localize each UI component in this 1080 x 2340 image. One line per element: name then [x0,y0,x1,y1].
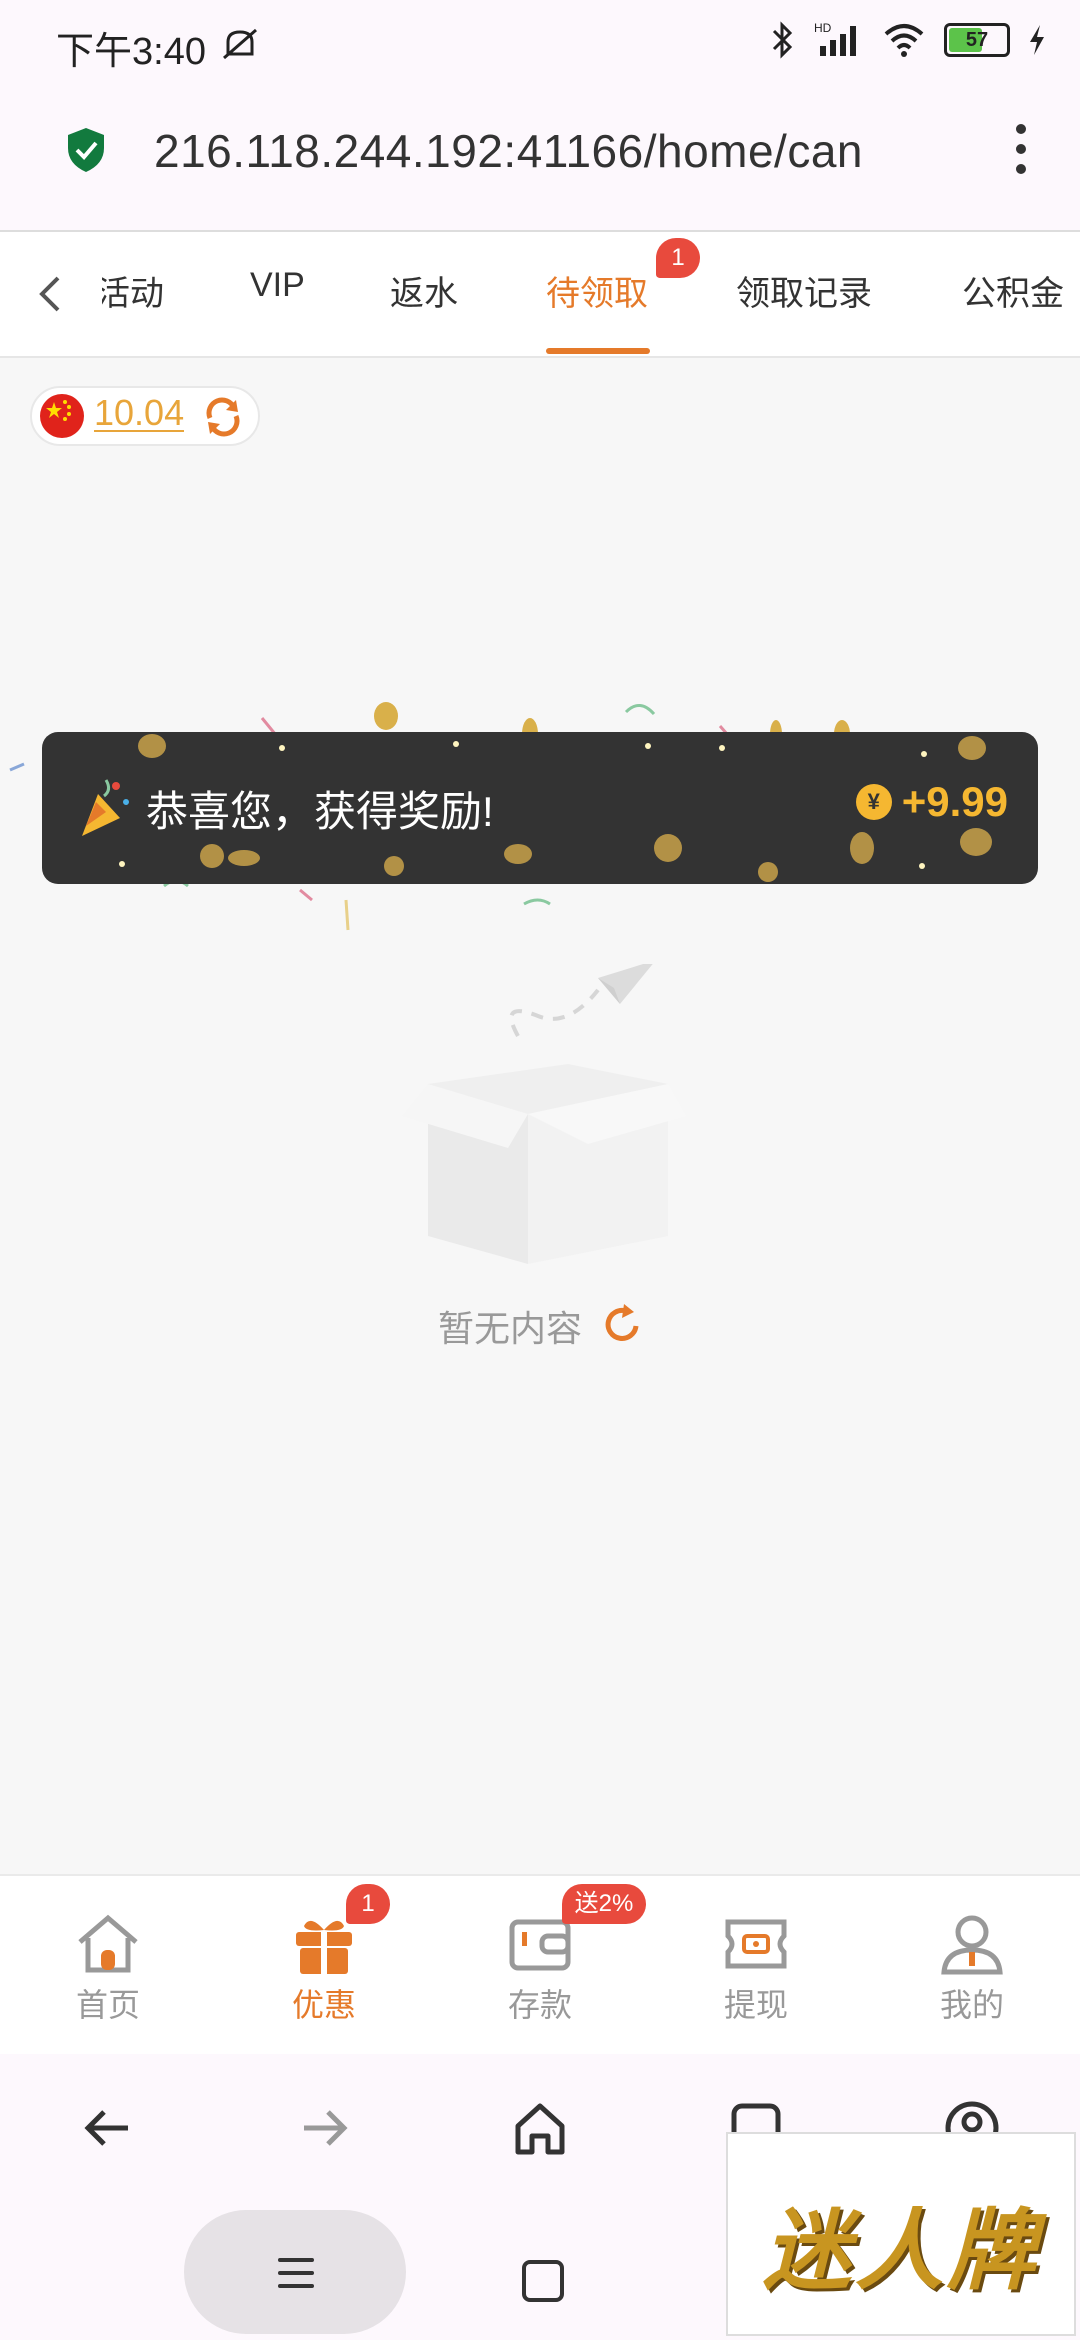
withdraw-icon [725,1919,787,1969]
reward-message: 恭喜您，获得奖励! [146,788,494,835]
balance-value: 10.04 [94,392,185,433]
nav-deposit-badge: 送2% [562,1884,646,1924]
home-square-icon[interactable] [522,2260,564,2302]
bluetooth-icon [772,21,793,59]
nav-promo-label: 优惠 [291,1987,356,2023]
empty-box-icon [402,964,686,1264]
battery-icon: 57 [944,23,1010,57]
browser-home-icon[interactable] [510,2098,570,2158]
watermark-text: 迷人牌 [762,2201,1039,2300]
nav-mine[interactable]: 我的 [864,1876,1080,2054]
nav-withdraw-label: 提现 [723,1987,788,2023]
watermark-logo: 迷人牌 [726,2132,1076,2336]
tab-vip[interactable]: VIP [250,266,305,305]
chevron-left-icon[interactable] [30,272,70,316]
bottom-nav: 首页 优惠 存款 提现 我的 [0,1874,1080,2056]
nav-mine-label: 我的 [939,1987,1004,2023]
tab-fund[interactable]: 公积金 [962,266,1064,315]
tab-claim-history[interactable]: 领取记录 [736,266,872,315]
reward-amount-value: +9.99 [901,778,1008,825]
hd-label: HD [814,21,832,35]
battery-level: 57 [965,28,989,51]
back-arrow-icon[interactable] [78,2098,138,2158]
reward-amount: ¥ +9.99 [855,778,1008,826]
tab-activity[interactable]: 活动 [102,266,164,315]
charging-icon [1030,25,1044,55]
nav-promo[interactable]: 优惠 [216,1876,432,2054]
nav-withdraw[interactable]: 提现 [648,1876,864,2054]
tab-rebate[interactable]: 返水 [390,266,458,315]
promo-tabs: 活动 VIP 返水 待领取 领取记录 公积金 [0,232,1080,358]
mute-icon [223,28,257,60]
status-time: 下午3:40 [56,31,206,73]
nav-home-label: 首页 [75,1987,140,2023]
reload-icon[interactable] [600,1302,644,1346]
reward-toast: 恭喜您，获得奖励! ¥ +9.99 [42,732,1038,884]
menu-icon [278,2258,314,2297]
coin-icon: ¥ [855,784,892,820]
empty-state-text: 暂无内容 [438,1308,583,1349]
tab-pending[interactable]: 待领取 [546,266,648,315]
wifi-icon [884,24,924,57]
signal-icon: HD [814,21,856,56]
status-icons: HD 57 [770,20,1046,60]
china-flag-icon [40,394,84,438]
user-icon [941,1915,1003,1975]
menu-pill-button[interactable] [184,2210,406,2334]
nav-deposit-label: 存款 [507,1987,572,2023]
forward-arrow-icon[interactable] [294,2098,354,2158]
balance-chip[interactable]: 10.04 [30,386,260,446]
more-menu-icon[interactable] [1016,124,1028,174]
refresh-icon[interactable] [202,396,244,438]
tab-pending-badge: 1 [656,238,700,278]
nav-promo-badge: 1 [346,1884,390,1924]
browser-url-bar[interactable]: 216.118.244.192:41166/home/can [0,88,1080,232]
shield-icon [68,128,104,172]
nav-home[interactable]: 首页 [0,1876,216,2054]
home-icon [78,1914,138,1973]
url-text[interactable]: 216.118.244.192:41166/home/can [154,124,934,178]
status-bar: 下午3:40 HD 57 [0,0,1080,88]
active-tab-indicator [546,348,650,354]
